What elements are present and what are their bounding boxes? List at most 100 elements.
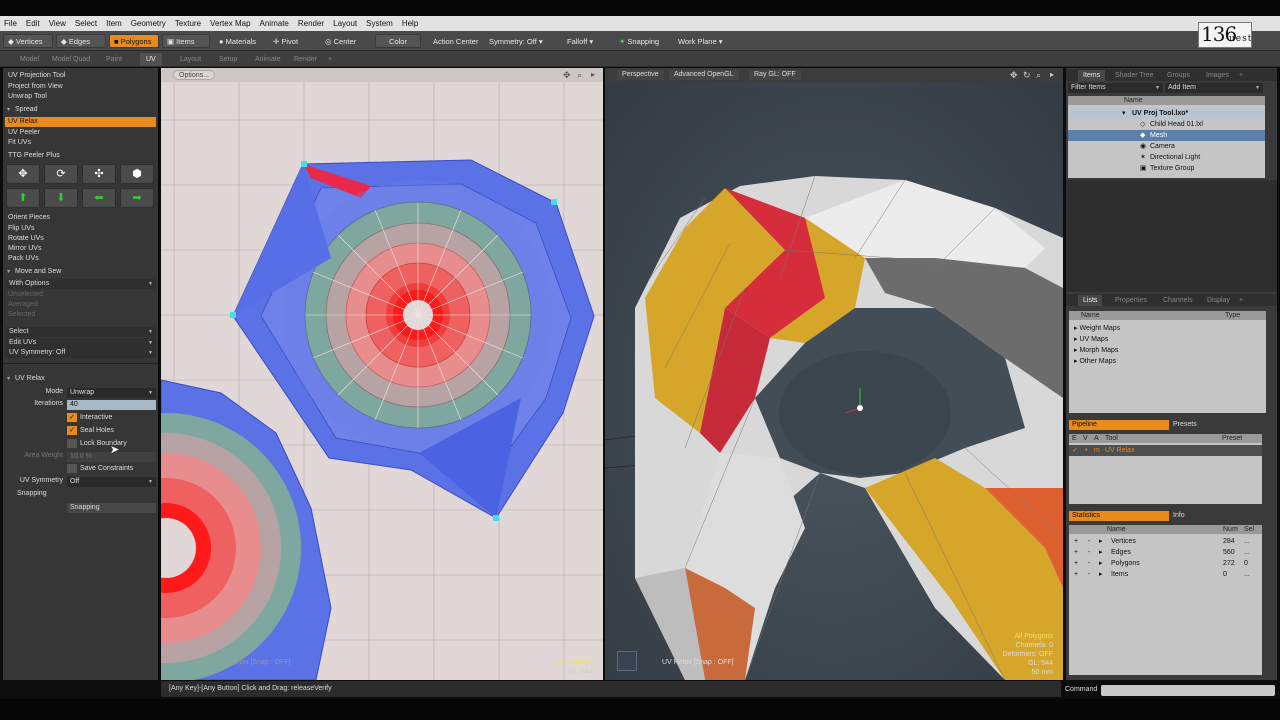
table-row[interactable]: + - ▸ Vertices 284 ... bbox=[1069, 536, 1262, 547]
plus-icon[interactable]: + bbox=[1074, 558, 1078, 569]
options-button[interactable]: Options... bbox=[173, 70, 215, 80]
color-button[interactable]: Color bbox=[375, 34, 421, 48]
list-item[interactable]: ▣ Texture Group bbox=[1068, 163, 1265, 174]
arrow-down-icon[interactable]: ⬇ bbox=[44, 188, 78, 208]
menu-texture[interactable]: Texture bbox=[175, 19, 201, 28]
mirror-uvs-button[interactable]: Mirror UVs bbox=[5, 244, 156, 254]
tab-layout[interactable]: Layout bbox=[174, 53, 207, 66]
pivot-button[interactable]: ✛ Pivot bbox=[268, 34, 310, 48]
materials-button[interactable]: ● Materials bbox=[214, 34, 264, 48]
mode-dropdown[interactable]: Unwrap bbox=[67, 388, 156, 398]
tab-channels[interactable]: Channels bbox=[1158, 295, 1198, 306]
list-item[interactable]: ▸ Weight Maps bbox=[1074, 323, 1120, 334]
tab-setup[interactable]: Setup bbox=[213, 53, 243, 66]
tree-toggle-icon[interactable]: ▾ bbox=[1122, 108, 1126, 119]
uv-canvas[interactable] bbox=[161, 68, 603, 680]
action-center-button[interactable]: Action Center bbox=[428, 34, 484, 48]
expand-icon[interactable]: ▸ bbox=[1099, 558, 1103, 569]
symmetry-dropdown[interactable]: Symmetry: Off ▾ bbox=[484, 34, 546, 48]
zoom-icon[interactable]: ⌕ bbox=[577, 70, 582, 80]
tab-statistics[interactable]: Statistics bbox=[1069, 511, 1169, 521]
uv-relax-button[interactable]: UV Relax bbox=[5, 117, 156, 127]
list-item[interactable]: ◉ Camera bbox=[1068, 141, 1265, 152]
command-input[interactable] bbox=[1101, 685, 1275, 696]
spread-section[interactable]: Spread bbox=[5, 105, 156, 115]
uv-peeler-button[interactable]: UV Peeler bbox=[5, 128, 156, 138]
opengl-dropdown[interactable]: Advanced OpenGL bbox=[669, 70, 739, 80]
tab-info[interactable]: Info bbox=[1173, 511, 1185, 521]
unwrap-tool-button[interactable]: Unwrap Tool bbox=[5, 92, 156, 102]
save-constraints-checkbox[interactable]: ✓ bbox=[67, 464, 77, 473]
shear-uv-icon[interactable]: ⬢ bbox=[120, 164, 154, 184]
tab-lists[interactable]: Lists bbox=[1078, 295, 1103, 306]
pan-icon[interactable]: ✥ bbox=[563, 70, 571, 80]
fit-uvs-button[interactable]: Fit UVs bbox=[5, 138, 156, 148]
snapping-field[interactable]: Snapping bbox=[67, 503, 156, 513]
tab-uv[interactable]: UV bbox=[140, 53, 162, 66]
table-row[interactable]: + - ▸ Items 0 ... bbox=[1069, 569, 1262, 580]
scale-uv-icon[interactable]: ✣ bbox=[82, 164, 116, 184]
tab-items[interactable]: Items bbox=[1078, 70, 1106, 81]
zoom-icon[interactable]: ⌕ bbox=[1036, 70, 1041, 80]
tab-groups[interactable]: Groups bbox=[1162, 70, 1195, 81]
list-item[interactable]: ▾ UV Proj Tool.lxo* bbox=[1068, 108, 1265, 119]
seal-holes-checkbox[interactable]: ✓ bbox=[67, 426, 77, 435]
with-options-dropdown[interactable]: With Options bbox=[5, 279, 156, 289]
menu-geometry[interactable]: Geometry bbox=[131, 19, 166, 28]
tab-model-quad[interactable]: Model Quad bbox=[46, 53, 96, 66]
list-item[interactable]: ◇ Child Head 01.lxl bbox=[1068, 119, 1265, 130]
add-tab-button[interactable]: + bbox=[1234, 295, 1248, 306]
tab-shader-tree[interactable]: Shader Tree bbox=[1110, 70, 1159, 81]
list-item[interactable]: ✶ Directional Light bbox=[1068, 152, 1265, 163]
flip-uvs-button[interactable]: Flip UVs bbox=[5, 224, 156, 234]
maximize-icon[interactable]: ▸ bbox=[1050, 70, 1054, 80]
falloff-dropdown[interactable]: Falloff ▾ bbox=[562, 34, 612, 48]
plus-icon[interactable]: + bbox=[1074, 547, 1078, 558]
select-dropdown[interactable]: Select bbox=[5, 327, 156, 337]
vertices-button[interactable]: ◆ Vertices bbox=[3, 34, 53, 48]
enabled-check-icon[interactable]: ✓ bbox=[1072, 445, 1078, 456]
add-tab-button[interactable]: + bbox=[1234, 70, 1248, 81]
uv-projection-tool-button[interactable]: UV Projection Tool bbox=[5, 71, 156, 81]
center-button[interactable]: ◎ Center bbox=[320, 34, 364, 48]
list-item[interactable]: ▸ Other Maps bbox=[1074, 356, 1116, 367]
tab-pipeline[interactable]: Pipeline bbox=[1069, 420, 1169, 430]
uv-symmetry-dropdown[interactable]: UV Symmetry: Off bbox=[5, 348, 156, 358]
add-item-dropdown[interactable]: Add Item bbox=[1165, 83, 1263, 93]
list-item-selected[interactable]: ◆ Mesh bbox=[1068, 130, 1265, 141]
table-row[interactable]: + - ▸ Polygons 272 0 bbox=[1069, 558, 1262, 569]
arrow-up-icon[interactable]: ⬆ bbox=[6, 188, 40, 208]
menu-layout[interactable]: Layout bbox=[333, 19, 357, 28]
tab-properties[interactable]: Properties bbox=[1110, 295, 1152, 306]
perspective-dropdown[interactable]: Perspective bbox=[617, 70, 664, 80]
lock-boundary-checkbox[interactable]: ✓ bbox=[67, 439, 77, 448]
ray-gl-toggle[interactable]: Ray GL: OFF bbox=[749, 70, 801, 80]
arrow-right-icon[interactable]: ➡ bbox=[120, 188, 154, 208]
maximize-icon[interactable]: ▸ bbox=[591, 70, 595, 80]
plus-icon[interactable]: + bbox=[1074, 536, 1078, 547]
rotate-uv-icon[interactable]: ⟳ bbox=[44, 164, 78, 184]
uv-symmetry-select[interactable]: Off bbox=[67, 477, 156, 487]
interactive-checkbox[interactable]: ✓ bbox=[67, 413, 77, 422]
project-from-view-button[interactable]: Project from View bbox=[5, 82, 156, 92]
menu-help[interactable]: Help bbox=[402, 19, 418, 28]
expand-icon[interactable]: ▸ bbox=[1099, 569, 1103, 580]
plus-icon[interactable]: + bbox=[1074, 569, 1078, 580]
menu-animate[interactable]: Animate bbox=[260, 19, 289, 28]
orient-pieces-button[interactable]: Orient Pieces bbox=[5, 213, 156, 223]
move-uv-icon[interactable]: ✥ bbox=[6, 164, 40, 184]
tab-images[interactable]: Images bbox=[1201, 70, 1234, 81]
minus-icon[interactable]: - bbox=[1088, 547, 1090, 558]
arrow-left-icon[interactable]: ⬅ bbox=[82, 188, 116, 208]
menu-system[interactable]: System bbox=[366, 19, 393, 28]
pan-icon[interactable]: ✥ bbox=[1010, 70, 1018, 80]
tab-presets[interactable]: Presets bbox=[1173, 420, 1197, 430]
snapping-button[interactable]: ✦ Snapping bbox=[614, 34, 664, 48]
scene-canvas[interactable] bbox=[605, 68, 1063, 680]
list-item[interactable]: ▸ Morph Maps bbox=[1074, 345, 1118, 356]
table-row[interactable]: + - ▸ Edges 560 ... bbox=[1069, 547, 1262, 558]
filter-items-dropdown[interactable]: Filter Items bbox=[1068, 83, 1163, 93]
tab-model[interactable]: Model bbox=[14, 53, 45, 66]
minus-icon[interactable]: - bbox=[1088, 558, 1090, 569]
tab-animate[interactable]: Animate bbox=[249, 53, 287, 66]
